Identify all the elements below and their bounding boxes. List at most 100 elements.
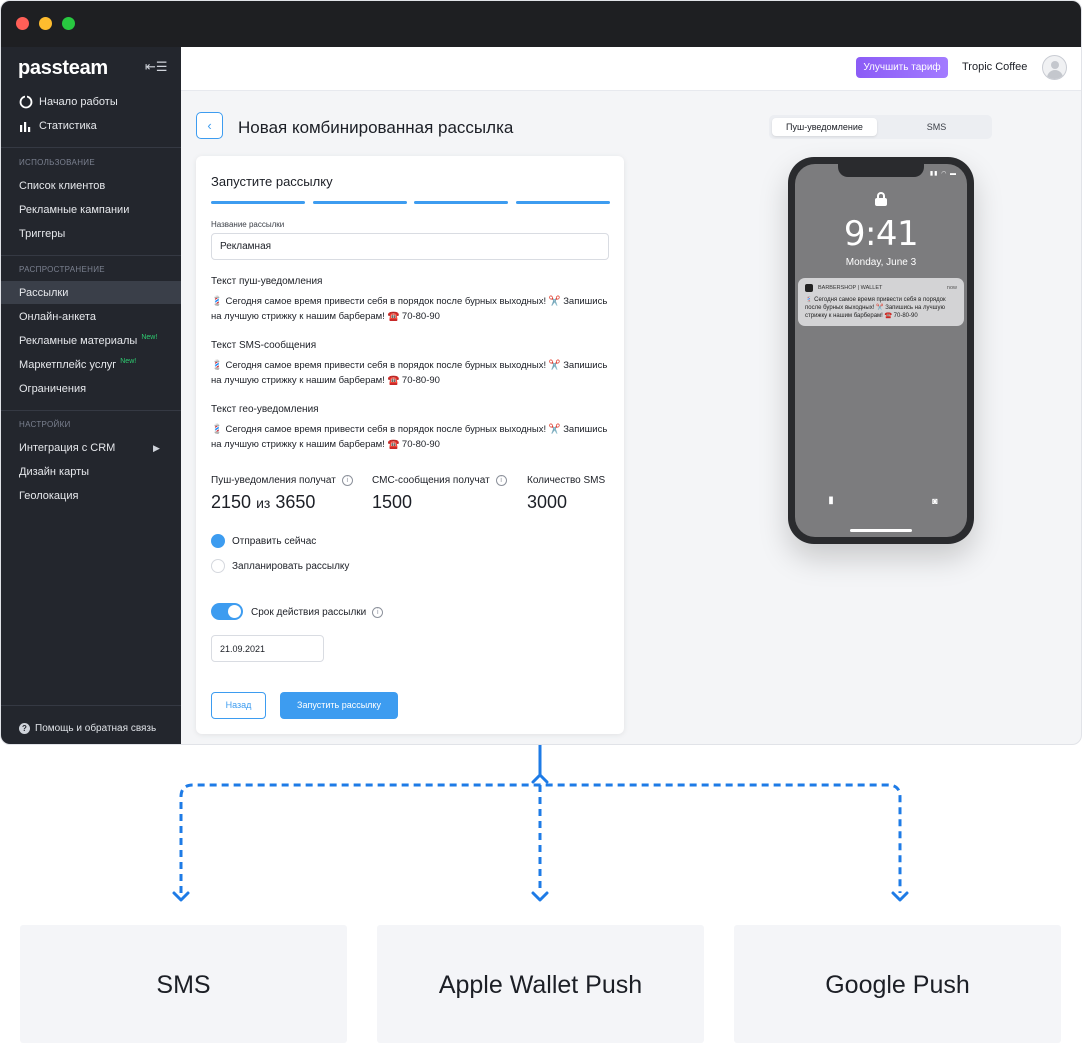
sidebar: passteam ⇤☰ Начало работы Статистика ИСП… (1, 47, 181, 744)
name-field-label: Название рассылки (211, 220, 285, 229)
step-indicator (211, 201, 305, 204)
sms-count-value: 3000 (527, 492, 568, 512)
channel-label: SMS (156, 971, 211, 999)
tab-push[interactable]: Пуш-уведомление (772, 118, 877, 136)
trunk-arrowhead (531, 773, 549, 784)
back-button[interactable]: Назад (211, 692, 266, 719)
sidebar-section-distribution: РАСПРОСТРАНЕНИЕ (19, 265, 105, 274)
logo[interactable]: passteam (18, 57, 108, 80)
validity-toggle[interactable] (211, 603, 243, 620)
stat-label-text: СМС-сообщения получат (372, 475, 490, 487)
tab-sms[interactable]: SMS (884, 118, 989, 136)
arrow-down-icon (891, 891, 909, 902)
sidebar-divider (1, 705, 181, 706)
push-recipients-label: Пуш-уведомления получат i (211, 475, 353, 486)
close-window-button[interactable] (16, 17, 29, 30)
sidebar-item-triggers[interactable]: Триггеры (19, 228, 65, 240)
sidebar-item-mailings[interactable]: Рассылки (19, 287, 68, 299)
push-text[interactable]: 💈 Сегодня самое время привести себя в по… (211, 295, 616, 324)
mailing-form-card: Запустите рассылку Название рассылки Рек… (196, 156, 624, 734)
lock-icon (875, 192, 887, 206)
sms-text[interactable]: 💈 Сегодня самое время привести себя в по… (211, 359, 616, 388)
home-indicator (850, 529, 912, 532)
push-recipients-value: 2150 из 3650 (211, 492, 315, 513)
maximize-window-button[interactable] (62, 17, 75, 30)
camera-icon: ◙ (932, 496, 938, 506)
back-arrow-button[interactable]: ‹ (196, 112, 223, 139)
power-icon (19, 95, 33, 109)
step-indicator (516, 201, 610, 204)
push-notification: BARBERSHOP | WALLET now 💈 Сегодня самое … (798, 278, 964, 326)
push-total: 3650 (275, 492, 316, 512)
channel-box-sms: SMS (20, 925, 347, 1043)
lock-body (875, 198, 887, 206)
lock-screen-time: 9:41 (843, 214, 919, 254)
sms-recipients-label: СМС-сообщения получат i (372, 475, 507, 486)
sidebar-divider (1, 147, 181, 148)
sidebar-item-statistics[interactable]: Статистика (39, 120, 97, 132)
help-label: Помощь и обратная связь (35, 723, 157, 734)
upgrade-plan-button[interactable]: Улучшить тариф (856, 57, 948, 78)
channel-label: Google Push (825, 971, 970, 999)
sidebar-item-marketplace[interactable]: Маркетплейс услуг New! (19, 358, 137, 371)
sidebar-divider (1, 410, 181, 411)
new-badge: New! (141, 334, 158, 341)
arrow-down-icon (172, 891, 190, 902)
info-icon[interactable]: i (341, 475, 353, 486)
chevron-right-icon: ▶ (153, 443, 160, 453)
name-field[interactable]: Рекламная (211, 233, 609, 260)
validity-date-field[interactable]: 21.09.2021 (211, 635, 324, 662)
help-link[interactable]: ? Помощь и обратная связь (19, 723, 156, 734)
sidebar-item-label: Маркетплейс услуг (19, 359, 117, 371)
signal-wifi-battery-icon: ▮▮ ◠ ▬ (929, 171, 957, 177)
window-titlebar (1, 1, 1081, 47)
app-icon (805, 284, 813, 292)
info-icon[interactable]: i (372, 607, 384, 618)
sidebar-item-card-design[interactable]: Дизайн карты (19, 466, 89, 478)
page-title: Новая комбинированная рассылка (238, 118, 514, 137)
sidebar-item-geolocation[interactable]: Геолокация (19, 490, 78, 502)
channel-connector-diagram (172, 745, 909, 902)
sidebar-item-start[interactable]: Начало работы (39, 96, 118, 108)
company-name[interactable]: Tropic Coffee (962, 61, 1027, 73)
minimize-window-button[interactable] (39, 17, 52, 30)
schedule-radio[interactable] (211, 559, 225, 573)
toggle-knob (228, 605, 241, 618)
sidebar-item-clients[interactable]: Список клиентов (19, 180, 105, 192)
geo-text-label: Текст гео-уведомления (211, 404, 319, 415)
sidebar-item-campaigns[interactable]: Рекламные кампании (19, 204, 129, 216)
avatar-head (1051, 61, 1059, 69)
send-now-radio[interactable] (211, 534, 225, 548)
sms-count-label: Количество SMS (527, 475, 606, 486)
new-badge: New! (120, 358, 137, 365)
sidebar-divider (1, 255, 181, 256)
push-count: 2150 (211, 492, 252, 512)
avatar[interactable] (1042, 55, 1067, 80)
preview-tabs: Пуш-уведомление SMS (769, 115, 992, 139)
sidebar-item-online-form[interactable]: Онлайн-анкета (19, 311, 96, 323)
flashlight-icon: ▮ (828, 495, 834, 506)
top-bar: Улучшить тариф Tropic Coffee (181, 47, 1081, 91)
lock-screen-date: Monday, June 3 (845, 257, 917, 268)
sidebar-item-crm[interactable]: Интеграция с CRM (19, 442, 115, 454)
step-indicator (414, 201, 508, 204)
info-icon[interactable]: i (495, 475, 507, 486)
sidebar-item-limits[interactable]: Ограничения (19, 383, 86, 395)
channel-box-google-push: Google Push (734, 925, 1061, 1043)
geo-text[interactable]: 💈 Сегодня самое время привести себя в по… (211, 423, 616, 452)
menu-collapse-icon[interactable]: ⇤☰ (145, 59, 168, 75)
channel-box-apple-wallet: Apple Wallet Push (377, 925, 704, 1043)
phone-screen: ▮▮ ◠ ▬ 9:41 Monday, June 3 BARBERSHOP | … (795, 164, 967, 537)
launch-mailing-button[interactable]: Запустить рассылку (280, 692, 398, 719)
notification-time: now (946, 285, 957, 291)
validity-label: Срок действия рассылки i (251, 607, 384, 619)
schedule-label[interactable]: Запланировать рассылку (232, 561, 349, 572)
avatar-body (1047, 70, 1063, 79)
of-word: из (256, 495, 271, 511)
bar-chart-icon (20, 122, 31, 132)
send-now-label[interactable]: Отправить сейчас (232, 536, 316, 547)
validity-label-text: Срок действия рассылки (251, 607, 367, 619)
sidebar-item-ad-materials[interactable]: Рекламные материалы New! (19, 334, 158, 347)
arrow-down-icon (531, 891, 549, 902)
sms-text-label: Текст SMS-сообщения (211, 340, 317, 351)
